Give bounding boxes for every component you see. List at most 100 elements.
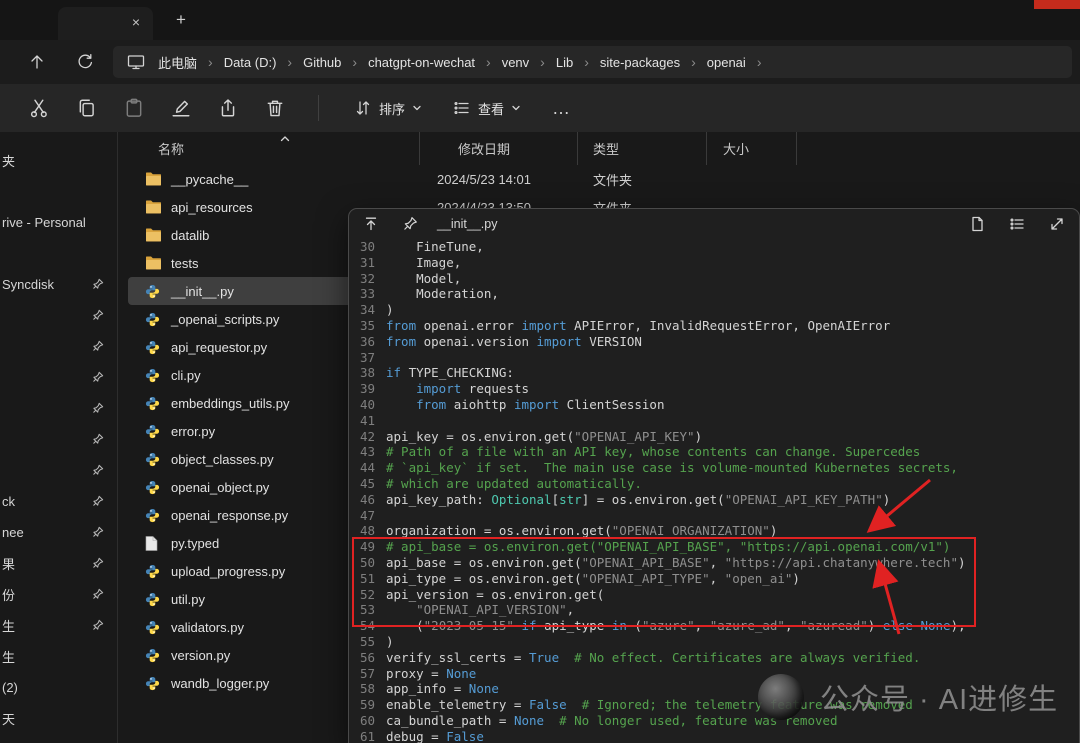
view-label: 查看 [478,99,504,118]
line-number: 59 [355,697,375,713]
file-name: cli.py [171,368,201,383]
sidebar-item[interactable]: 天 [0,703,117,734]
folder-icon [145,256,162,270]
computer-icon [127,53,145,71]
sidebar-item-label: ck [2,494,15,509]
file-name: object_classes.py [171,452,274,467]
sidebar-item-label: (2) [2,680,18,695]
sidebar-item[interactable]: Syncdisk [0,269,117,300]
sidebar-item[interactable] [0,362,117,393]
file-name: tests [171,256,198,271]
breadcrumb-item[interactable]: site-packages [595,55,685,70]
tab-bar: × + [0,0,1080,40]
scroll-to-top-icon[interactable] [363,216,379,232]
line-number: 39 [355,381,375,397]
file-name: embeddings_utils.py [171,396,290,411]
sidebar-item[interactable] [0,455,117,486]
view-menu-button[interactable]: 查看 [449,99,525,118]
new-tab-button[interactable]: + [170,9,192,31]
file-row[interactable]: __pycache__2024/5/23 14:01文件夹 [128,165,1080,193]
more-options-button[interactable]: … [552,98,571,119]
code-line: 35from openai.error import APIError, Inv… [355,318,1079,334]
file-name: __init__.py [171,284,234,299]
code-line: 60ca_bundle_path = None # No longer used… [355,713,1079,729]
py-icon [145,508,162,523]
py-icon [145,312,162,327]
address-bar[interactable]: 此电脑›Data (D:)›Github›chatgpt-on-wechat›v… [113,46,1072,78]
sidebar-item[interactable] [0,424,117,455]
refresh-button[interactable] [67,46,103,78]
sidebar-item-label: nee [2,525,24,540]
sidebar-item[interactable] [0,331,117,362]
sidebar-item[interactable]: 夹 [0,145,117,176]
column-header[interactable]: 修改日期 [420,132,578,165]
breadcrumb-item[interactable]: openai [702,55,751,70]
sidebar-item[interactable] [0,393,117,424]
code-line: 45# which are updated automatically. [355,476,1079,492]
file-date: 2024/5/23 14:01 [420,172,578,187]
rename-button[interactable] [169,96,193,120]
sort-label: 排序 [379,99,405,118]
explorer-tab[interactable]: × [58,7,153,40]
sidebar-item[interactable]: nee [0,517,117,548]
preview-title: __init__.py [437,217,497,231]
breadcrumb-item[interactable]: venv [497,55,534,70]
breadcrumb-item[interactable]: Github [298,55,346,70]
breadcrumb-item[interactable]: chatgpt-on-wechat [363,55,480,70]
sort-icon [354,99,372,117]
line-number: 30 [355,239,375,255]
sidebar-item[interactable]: 生 [0,641,117,672]
column-header[interactable]: 大小 [707,132,797,165]
line-number: 36 [355,334,375,350]
scissors-icon [30,98,50,118]
column-header[interactable]: 名称 [128,132,420,165]
expand-icon[interactable] [1049,216,1065,232]
outline-view-icon[interactable] [1009,216,1025,232]
file-name: util.py [171,592,205,607]
sidebar-item[interactable]: 生 [0,610,117,641]
code-line: 40 from aiohttp import ClientSession [355,397,1079,413]
file-icon [145,536,162,551]
file-name: upload_progress.py [171,564,285,579]
up-button[interactable] [19,46,55,78]
line-number: 55 [355,634,375,650]
share-button[interactable] [216,96,240,120]
delete-button[interactable] [263,96,287,120]
window-close-button[interactable] [1034,0,1080,9]
breadcrumb-item[interactable]: 此电脑 [153,53,202,72]
code-line: 50api_base = os.environ.get("OPENAI_API_… [355,555,1079,571]
line-number: 31 [355,255,375,271]
line-number: 58 [355,681,375,697]
toolbar-divider [318,95,319,121]
pin-icon[interactable] [403,216,419,232]
file-name: error.py [171,424,215,439]
code-line: 58app_info = None [355,681,1079,697]
code-line: 36from openai.version import VERSION [355,334,1079,350]
code-line: 41 [355,413,1079,429]
cut-button[interactable] [28,96,52,120]
sidebar-item[interactable]: 份 [0,579,117,610]
close-tab-icon[interactable]: × [127,14,145,32]
sidebar-item[interactable] [0,300,117,331]
copy-icon [77,98,97,118]
column-header[interactable]: 类型 [578,132,707,165]
paste-button[interactable] [122,96,146,120]
file-name: version.py [171,648,230,663]
sidebar-item[interactable]: 果 [0,548,117,579]
breadcrumb-item[interactable]: Data (D:) [219,55,282,70]
code-line: 56verify_ssl_certs = True # No effect. C… [355,650,1079,666]
sidebar-item[interactable]: (2) [0,672,117,703]
line-number: 40 [355,397,375,413]
code-line: 37 [355,350,1079,366]
open-file-icon[interactable] [969,216,985,232]
sidebar-item[interactable]: rive - Personal [0,207,117,238]
file-name: py.typed [171,536,219,551]
code-line: 33 Moderation, [355,286,1079,302]
pin-icon [92,619,104,631]
sidebar-item[interactable]: ck [0,486,117,517]
copy-button[interactable] [75,96,99,120]
breadcrumb: 此电脑›Data (D:)›Github›chatgpt-on-wechat›v… [153,53,767,72]
sort-menu-button[interactable]: 排序 [350,99,426,118]
breadcrumb-item[interactable]: Lib [551,55,578,70]
folder-icon [145,228,162,242]
